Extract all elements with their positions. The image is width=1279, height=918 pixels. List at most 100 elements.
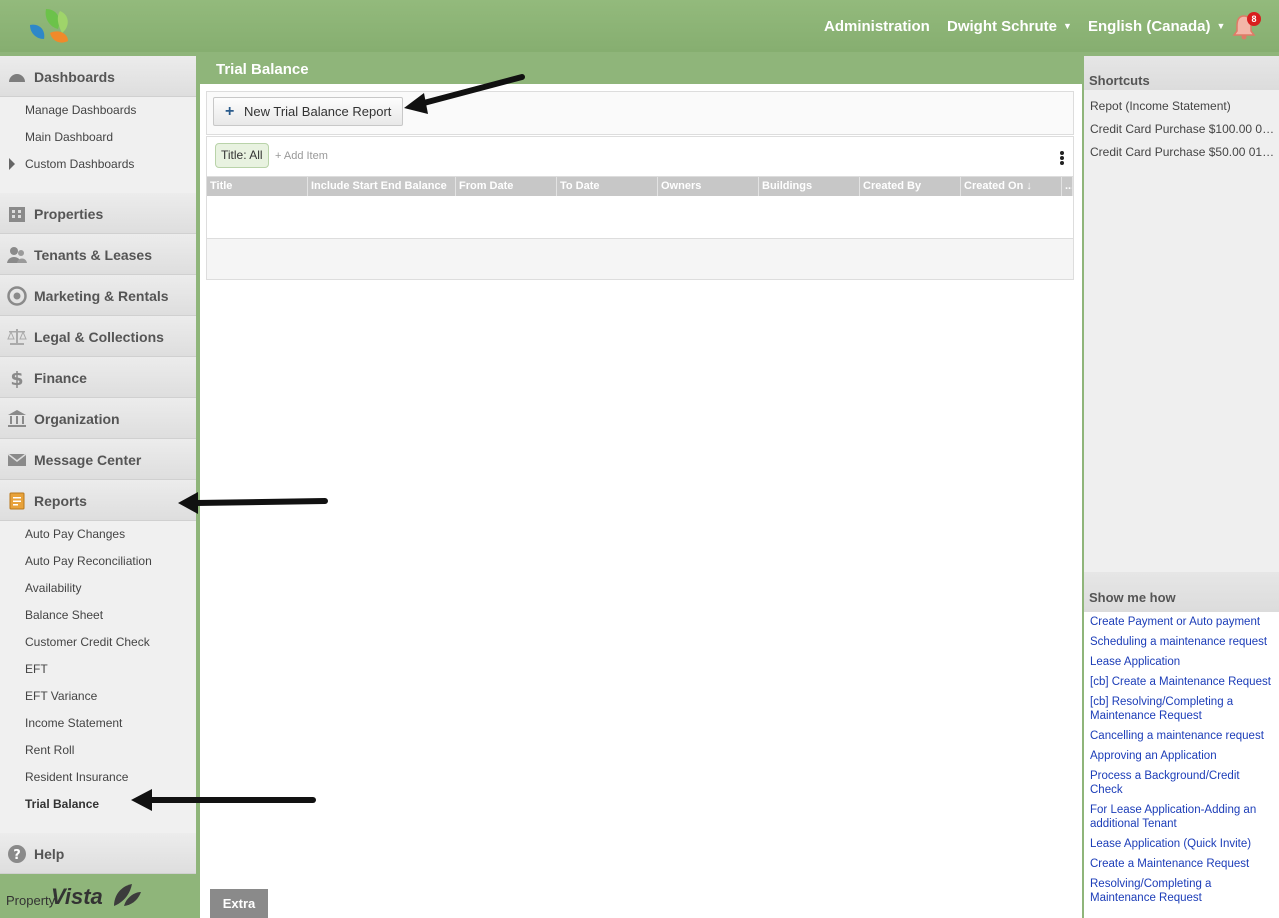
column-header[interactable]: To Date (557, 177, 658, 196)
brand-leaves-icon (114, 884, 141, 906)
grid-header: Title Include Start End Balance From Dat… (207, 177, 1073, 196)
shortcut-item[interactable]: Credit Card Purchase $100.00 02... (1090, 122, 1275, 136)
sidebar-item-eft-variance[interactable]: EFT Variance (25, 689, 97, 703)
caret-down-icon: ▼ (1063, 21, 1072, 31)
app-logo-icon[interactable] (24, 5, 74, 47)
sidebar-item-auto-pay-reconciliation[interactable]: Auto Pay Reconciliation (25, 554, 152, 568)
sidebar-item-main-dashboard[interactable]: Main Dashboard (25, 130, 113, 144)
column-header[interactable]: Owners (658, 177, 759, 196)
help-circle-icon: ? (8, 845, 26, 863)
administration-link[interactable]: Administration (824, 18, 930, 35)
nav-group-finance[interactable]: $ Finance (0, 357, 196, 398)
shortcuts-title: Shortcuts (1089, 73, 1150, 88)
help-link[interactable]: Create Payment or Auto payment (1090, 615, 1278, 629)
expand-caret-icon[interactable] (9, 158, 15, 170)
envelope-icon (7, 453, 27, 466)
help-link[interactable]: Lease Application (1090, 655, 1278, 669)
people-icon (7, 247, 27, 263)
grid-body-empty (207, 196, 1073, 239)
extra-tab[interactable]: Extra (210, 889, 268, 918)
nav-group-properties[interactable]: Properties (0, 193, 196, 234)
nav-group-legal-collections[interactable]: Legal & Collections (0, 316, 196, 357)
toolbar: + New Trial Balance Report (206, 91, 1074, 135)
nav-group-label: Dashboards (34, 69, 115, 85)
main-title-bar: Trial Balance (200, 56, 1082, 84)
sidebar-item-eft[interactable]: EFT (25, 662, 48, 676)
dollar-icon: $ (10, 368, 23, 388)
dashboard-gauge-icon (9, 74, 25, 82)
nav-group-label: Message Center (34, 452, 142, 468)
shortcuts-header: Shortcuts (1084, 56, 1279, 90)
help-link[interactable]: For Lease Application-Adding an addition… (1090, 803, 1268, 831)
svg-text:$: $ (10, 368, 23, 388)
sidebar-item-customer-credit-check[interactable]: Customer Credit Check (25, 635, 150, 649)
scales-icon (7, 329, 27, 345)
help-link[interactable]: Scheduling a maintenance request (1090, 635, 1278, 649)
language-menu[interactable]: English (Canada) ▼ (1088, 18, 1225, 35)
filter-bar: Title: All + Add Item (206, 136, 1074, 176)
help-link[interactable]: Cancelling a maintenance request (1090, 729, 1278, 743)
page-title: Trial Balance (216, 61, 309, 78)
sidebar-item-trial-balance[interactable]: Trial Balance (25, 797, 99, 811)
show-me-how-list: Create Payment or Auto payment Schedulin… (1084, 612, 1279, 918)
filter-chip-title[interactable]: Title: All (215, 143, 269, 168)
help-link[interactable]: Create a Maintenance Request (1090, 857, 1278, 871)
column-header[interactable]: Created On ↓ (961, 177, 1062, 196)
nav-group-marketing-rentals[interactable]: Marketing & Rentals (0, 275, 196, 316)
nav-group-organization[interactable]: Organization (0, 398, 196, 439)
nav-group-reports[interactable]: Reports (0, 480, 196, 521)
report-document-icon (9, 492, 25, 510)
shortcut-item[interactable]: Credit Card Purchase $50.00 01/... (1090, 145, 1275, 159)
help-link[interactable]: Resolving/Completing a Maintenance Reque… (1090, 877, 1230, 905)
top-bar: Administration Dwight Schrute ▼ English (… (0, 0, 1279, 52)
column-header[interactable]: Include Start End Balance (308, 177, 456, 196)
notification-badge: 8 (1247, 12, 1261, 26)
show-me-how-header: Show me how (1084, 572, 1279, 612)
user-menu[interactable]: Dwight Schrute ▼ (947, 18, 1072, 35)
more-options-icon[interactable] (1060, 151, 1064, 165)
data-grid: Title Include Start End Balance From Dat… (206, 176, 1074, 280)
sidebar-item-manage-dashboards[interactable]: Manage Dashboards (25, 103, 136, 117)
help-link[interactable]: [cb] Resolving/Completing a Maintenance … (1090, 695, 1250, 723)
column-header[interactable]: Title (207, 177, 308, 196)
sidebar-item-custom-dashboards[interactable]: Custom Dashboards (25, 157, 134, 171)
sidebar-item-resident-insurance[interactable]: Resident Insurance (25, 770, 128, 784)
sidebar-item-rent-roll[interactable]: Rent Roll (25, 743, 74, 757)
column-header[interactable]: Buildings (759, 177, 860, 196)
shortcut-item[interactable]: Repot (Income Statement) (1090, 99, 1275, 113)
nav-group-help[interactable]: ? Help (0, 833, 196, 874)
button-label: New Trial Balance Report (244, 104, 392, 119)
bank-icon (8, 410, 26, 427)
brand-large-text: Vista (51, 884, 103, 909)
nav-group-label: Reports (34, 493, 87, 509)
right-panel: Shortcuts Repot (Income Statement) Credi… (1084, 56, 1279, 918)
brand-footer: Property Vista (0, 874, 196, 918)
nav-group-label: Legal & Collections (34, 329, 164, 345)
nav-group-dashboards[interactable]: Dashboards (0, 56, 196, 97)
show-me-how-title: Show me how (1089, 590, 1176, 605)
nav-group-message-center[interactable]: Message Center (0, 439, 196, 480)
column-header-more[interactable]: ... (1062, 177, 1073, 196)
sidebar-item-auto-pay-changes[interactable]: Auto Pay Changes (25, 527, 125, 541)
grid-footer (207, 239, 1073, 279)
nav-group-label: Properties (34, 206, 104, 222)
nav-group-label: Marketing & Rentals (34, 288, 169, 304)
help-link[interactable]: Lease Application (Quick Invite) (1090, 837, 1278, 851)
nav-group-tenants-leases[interactable]: Tenants & Leases (0, 234, 196, 275)
sidebar: Dashboards Manage Dashboards Main Dashbo… (0, 56, 196, 874)
new-trial-balance-report-button[interactable]: + New Trial Balance Report (213, 97, 403, 126)
target-icon (7, 286, 27, 306)
help-link[interactable]: [cb] Create a Maintenance Request (1090, 675, 1278, 689)
nav-group-label: Organization (34, 411, 120, 427)
sidebar-item-balance-sheet[interactable]: Balance Sheet (25, 608, 103, 622)
main-panel: + New Trial Balance Report Title: All + … (200, 84, 1082, 918)
add-filter-item-link[interactable]: + Add Item (275, 150, 328, 162)
column-header[interactable]: Created By (860, 177, 961, 196)
sidebar-item-income-statement[interactable]: Income Statement (25, 716, 122, 730)
building-icon (9, 207, 25, 222)
help-link[interactable]: Process a Background/Credit Check (1090, 769, 1255, 797)
sidebar-item-availability[interactable]: Availability (25, 581, 81, 595)
column-header[interactable]: From Date (456, 177, 557, 196)
nav-group-label: Finance (34, 370, 87, 386)
help-link[interactable]: Approving an Application (1090, 749, 1278, 763)
